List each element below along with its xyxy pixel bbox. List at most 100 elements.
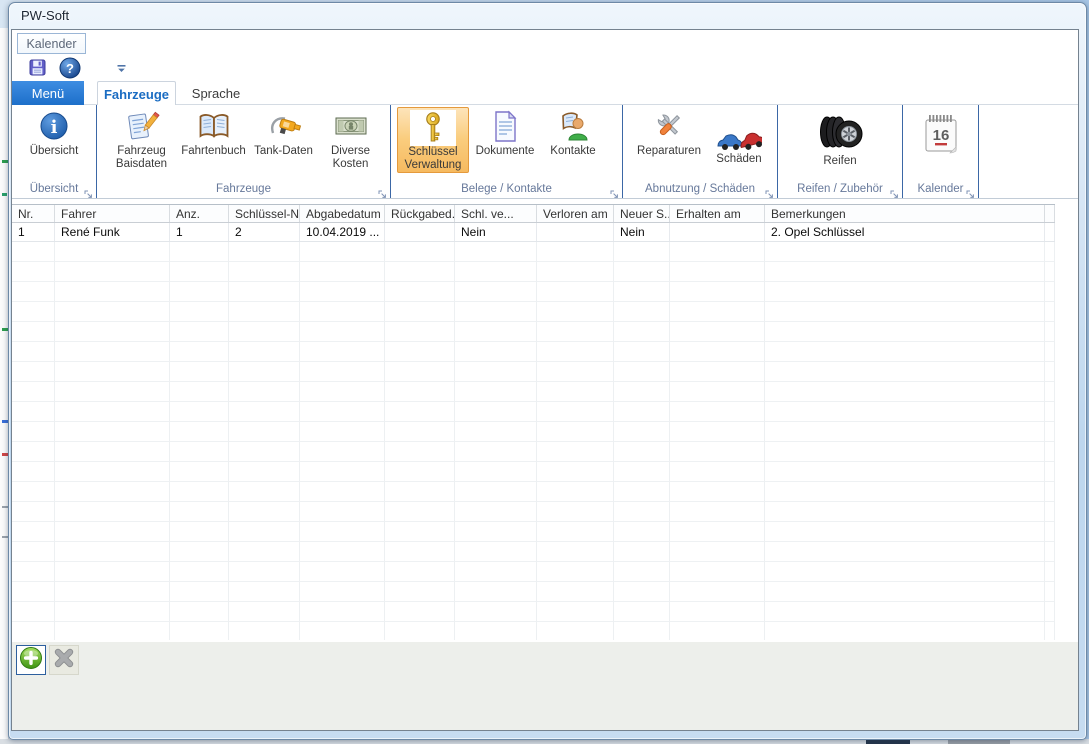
table-header-row: Nr. Fahrer Anz. Schlüssel-Nr. Abgabedatu…: [12, 204, 1055, 223]
group-label-reifen-zubehoer: Reifen / Zubehör: [778, 182, 902, 197]
menu-button[interactable]: Menü: [12, 81, 84, 105]
table-row[interactable]: 1 René Funk 1 2 10.04.2019 ... Nein Nein…: [12, 223, 1055, 242]
help-icon[interactable]: ?: [59, 57, 81, 84]
delete-row-button[interactable]: [49, 645, 79, 675]
dialog-launcher-icon[interactable]: [84, 186, 93, 195]
documents-icon: [490, 107, 520, 145]
column-header-schluessel-nr[interactable]: Schlüssel-Nr.: [229, 205, 300, 222]
save-icon[interactable]: [29, 59, 46, 81]
ribbon: i Übersicht Übersicht: [12, 105, 1078, 199]
schluessel-verwaltung-label: Schlüssel Verwaltung: [405, 146, 462, 172]
cell-neuer-s[interactable]: Nein: [614, 223, 670, 241]
calendar-icon: 16: [921, 107, 961, 159]
kalender-button[interactable]: 16: [913, 107, 969, 173]
cell-filler: [1045, 223, 1055, 241]
floating-tab-label: Kalender: [26, 37, 76, 51]
qat-customize-arrow-icon[interactable]: [116, 61, 127, 79]
reparaturen-label: Reparaturen: [637, 145, 701, 158]
fahrzeug-basisdaten-label: Fahrzeug Baisdaten: [116, 145, 167, 171]
schluessel-verwaltung-button[interactable]: Schlüssel Verwaltung: [397, 107, 469, 173]
column-header-abgabedatum[interactable]: Abgabedatum: [300, 205, 385, 222]
column-header-erhalten-am[interactable]: Erhalten am: [670, 205, 765, 222]
dialog-launcher-icon[interactable]: [610, 186, 619, 195]
dialog-launcher-icon[interactable]: [765, 186, 774, 195]
column-header-schl-ve[interactable]: Schl. ve...: [455, 205, 537, 222]
ribbon-tab-row: Menü Fahrzeuge Sprache: [12, 81, 1078, 105]
ribbon-group-kalender: 16 Kalender: [903, 105, 979, 198]
kontakte-label: Kontakte: [550, 145, 595, 158]
tank-daten-label: Tank-Daten: [254, 145, 313, 158]
cell-schluessel-nr[interactable]: 2: [229, 223, 300, 241]
tab-fahrzeuge[interactable]: Fahrzeuge: [97, 81, 176, 106]
tires-icon: [817, 107, 863, 155]
tab-sprache[interactable]: Sprache: [179, 81, 253, 105]
dialog-launcher-icon[interactable]: [378, 186, 387, 195]
dokumente-button[interactable]: Dokumente: [469, 107, 541, 173]
column-header-bemerkungen[interactable]: Bemerkungen: [765, 205, 1045, 222]
uebersicht-button[interactable]: i Übersicht: [14, 107, 94, 173]
ribbon-group-belege-kontakte: Schlüssel Verwaltung Dokumente: [391, 105, 623, 198]
cell-fahrer[interactable]: René Funk: [55, 223, 170, 241]
column-header-rueckgabedatum[interactable]: Rückgabed...: [385, 205, 455, 222]
costs-icon: [334, 107, 368, 145]
floating-tab-kalender[interactable]: Kalender: [17, 33, 86, 54]
dialog-launcher-icon[interactable]: [966, 186, 975, 195]
repairs-icon: [650, 107, 688, 145]
info-icon: i: [38, 107, 70, 145]
group-label-abnutzung-schaeden: Abnutzung / Schäden: [623, 182, 777, 197]
column-header-fahrer[interactable]: Fahrer: [55, 205, 170, 222]
window-title: PW-Soft: [21, 3, 69, 29]
svg-text:?: ?: [66, 61, 74, 76]
column-header-filler: [1045, 205, 1055, 222]
fuel-icon: [266, 107, 302, 145]
cell-bemerkungen[interactable]: 2. Opel Schlüssel: [765, 223, 1045, 241]
dialog-launcher-icon[interactable]: [890, 186, 899, 195]
svg-text:16: 16: [932, 127, 949, 144]
schaeden-button[interactable]: Schäden: [708, 107, 770, 173]
cell-abgabedatum[interactable]: 10.04.2019 ...: [300, 223, 385, 241]
column-header-anz[interactable]: Anz.: [170, 205, 229, 222]
logbook-icon: [196, 107, 232, 145]
client-area: Kalender: [11, 29, 1079, 731]
contacts-icon: [556, 107, 590, 145]
group-label-belege-kontakte: Belege / Kontakte: [391, 182, 622, 197]
reifen-label: Reifen: [823, 155, 856, 168]
reifen-button[interactable]: Reifen: [803, 107, 877, 173]
delete-x-icon: [52, 646, 76, 675]
cell-anz[interactable]: 1: [170, 223, 229, 241]
key-icon: [410, 110, 456, 146]
reparaturen-button[interactable]: Reparaturen: [630, 107, 708, 173]
window-titlebar[interactable]: PW-Soft: [9, 3, 1086, 29]
diverse-kosten-button[interactable]: Diverse Kosten: [319, 107, 383, 173]
tank-daten-button[interactable]: Tank-Daten: [249, 107, 319, 173]
footer-panel: [12, 642, 1078, 730]
tab-fahrzeuge-label: Fahrzeuge: [104, 87, 169, 102]
taskbar-fragment: [948, 740, 1010, 744]
vehicle-basedata-icon: [124, 107, 160, 145]
schaeden-label: Schäden: [716, 153, 761, 166]
column-header-nr[interactable]: Nr.: [12, 205, 55, 222]
cell-rueckgabedatum[interactable]: [385, 223, 455, 241]
add-row-button[interactable]: [16, 645, 46, 675]
cell-erhalten-am[interactable]: [670, 223, 765, 241]
diverse-kosten-label: Diverse Kosten: [331, 145, 370, 171]
keys-table: Nr. Fahrer Anz. Schlüssel-Nr. Abgabedatu…: [12, 204, 1055, 640]
column-header-verloren-am[interactable]: Verloren am: [537, 205, 614, 222]
cell-verloren-am[interactable]: [537, 223, 614, 241]
group-label-fahrzeuge: Fahrzeuge: [97, 182, 390, 197]
ribbon-group-abnutzung-schaeden: Reparaturen: [623, 105, 778, 198]
fahrzeug-basisdaten-button[interactable]: Fahrzeug Baisdaten: [105, 107, 179, 173]
table-empty-area: [12, 242, 1055, 640]
add-icon: [19, 646, 43, 675]
ribbon-group-uebersicht: i Übersicht Übersicht: [12, 105, 97, 198]
kontakte-button[interactable]: Kontakte: [541, 107, 605, 173]
fahrtenbuch-label: Fahrtenbuch: [181, 145, 246, 158]
tab-sprache-label: Sprache: [192, 86, 240, 101]
column-header-neuer-s[interactable]: Neuer S...: [614, 205, 670, 222]
app-window: PW-Soft Kalender: [8, 2, 1087, 740]
cell-schl-ve[interactable]: Nein: [455, 223, 537, 241]
ribbon-group-fahrzeuge: Fahrzeug Baisdaten: [97, 105, 391, 198]
damage-icon: [716, 107, 762, 153]
cell-nr[interactable]: 1: [12, 223, 55, 241]
fahrtenbuch-button[interactable]: Fahrtenbuch: [179, 107, 249, 173]
